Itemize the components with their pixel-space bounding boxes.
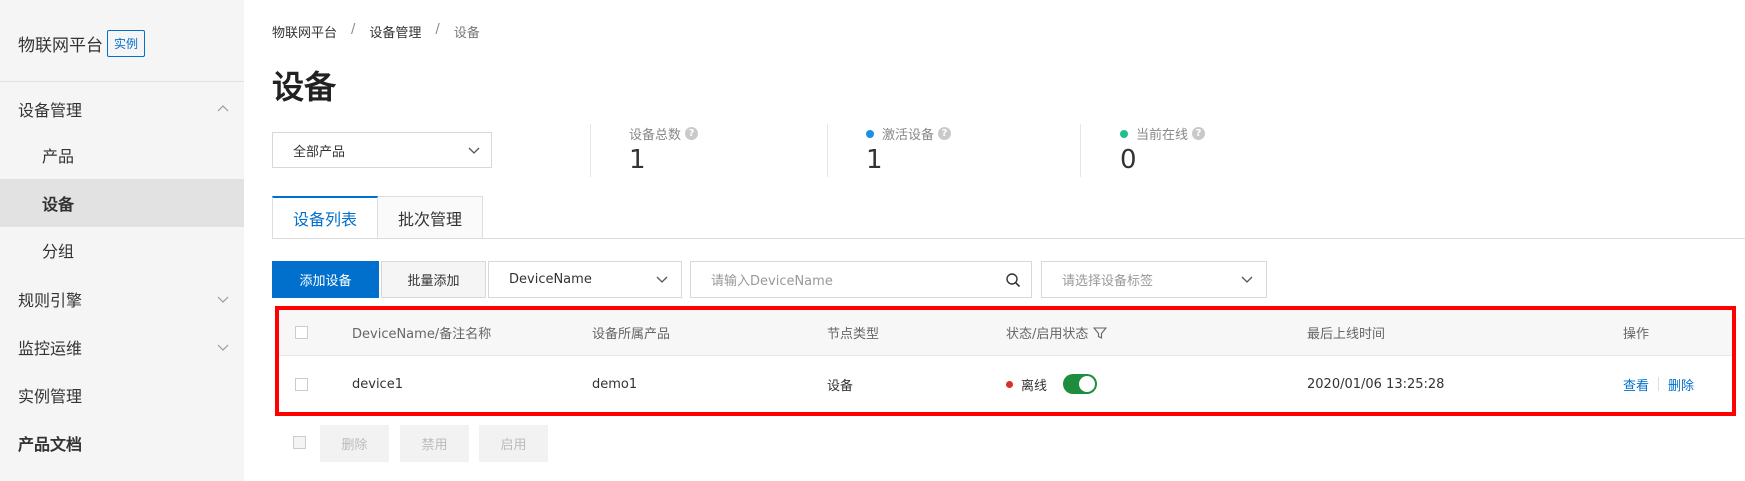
device-last-online: 2020/01/06 13:25:28	[1307, 376, 1445, 392]
status-dot-icon	[866, 129, 874, 138]
chevron-down-icon	[1241, 276, 1253, 283]
batch-add-button[interactable]: 批量添加	[381, 261, 486, 298]
stat-value: 1	[866, 145, 883, 175]
stat-total-devices: 设备总数? 1	[629, 124, 699, 175]
breadcrumb-separator: /	[351, 22, 356, 37]
sidebar-item-label: 产品	[42, 147, 75, 166]
chevron-down-icon	[656, 276, 668, 283]
stat-label: 激活设备	[882, 128, 935, 143]
table-header: DeviceName/备注名称 设备所属产品 节点类型 状态/启用状态 最后上线…	[279, 310, 1732, 356]
device-name: device1	[352, 376, 403, 392]
bulk-enable-button[interactable]: 启用	[479, 425, 548, 462]
offline-status-dot-icon	[1006, 380, 1013, 388]
search-input[interactable]: 请输入DeviceName	[690, 261, 1032, 298]
column-header-actions: 操作	[1623, 327, 1650, 342]
stat-label: 设备总数	[629, 128, 682, 143]
sidebar-item-label: 设备管理	[18, 101, 83, 120]
sidebar-item-label: 监控运维	[18, 339, 83, 358]
breadcrumb-item-current: 设备	[453, 26, 480, 41]
sidebar-item-label: 设备	[42, 195, 75, 214]
chevron-up-icon	[217, 105, 229, 112]
breadcrumb-separator: /	[435, 22, 440, 37]
toggle-knob	[1079, 376, 1096, 392]
sidebar-item-label: 产品文档	[18, 435, 83, 454]
sidebar-item-product[interactable]: 产品	[0, 140, 244, 170]
help-icon[interactable]: ?	[685, 127, 699, 140]
page-title: 设备	[272, 68, 337, 106]
stat-divider	[590, 124, 591, 177]
column-header-node-type: 节点类型	[827, 327, 880, 342]
sidebar-item-product-docs[interactable]: 产品文档	[0, 428, 244, 458]
sidebar: 物联网平台 实例 设备管理 产品 设备 分组 规则引擎 监控运维 实例管理 产品…	[0, 0, 244, 481]
bulk-delete-button[interactable]: 删除	[320, 425, 389, 462]
tabs-divider	[272, 238, 1745, 239]
column-header-product: 设备所属产品	[592, 327, 671, 342]
brand: 物联网平台 实例	[18, 30, 146, 57]
sidebar-item-instance-management[interactable]: 实例管理	[0, 380, 244, 410]
product-select[interactable]: 全部产品	[272, 132, 492, 168]
sidebar-item-label: 规则引擎	[18, 291, 83, 310]
delete-link[interactable]: 删除	[1668, 375, 1694, 394]
select-all-checkbox[interactable]	[295, 326, 308, 339]
add-device-button[interactable]: 添加设备	[272, 261, 379, 298]
chevron-down-icon	[217, 296, 229, 303]
enable-toggle[interactable]	[1063, 374, 1098, 394]
tab-device-list[interactable]: 设备列表	[272, 196, 379, 239]
sidebar-item-monitoring[interactable]: 监控运维	[0, 332, 244, 362]
brand-title: 物联网平台	[18, 36, 103, 56]
row-checkbox[interactable]	[295, 377, 308, 391]
sidebar-divider	[0, 81, 244, 82]
column-header-last-online: 最后上线时间	[1307, 327, 1386, 342]
chevron-down-icon	[217, 344, 229, 351]
sidebar-item-device-management[interactable]: 设备管理	[0, 94, 244, 124]
status-dot-icon	[1120, 129, 1128, 138]
action-divider	[1658, 377, 1660, 391]
select-all-checkbox-bottom[interactable]	[293, 436, 306, 449]
stat-divider	[827, 124, 828, 177]
breadcrumb-item-device-management[interactable]: 设备管理	[369, 22, 421, 41]
filter-icon[interactable]	[1093, 326, 1108, 340]
sidebar-item-label: 实例管理	[18, 387, 83, 406]
stat-divider	[1080, 124, 1081, 177]
tag-select-placeholder: 请选择设备标签	[1062, 274, 1154, 289]
device-product: demo1	[592, 376, 638, 392]
field-select-value: DeviceName	[509, 272, 592, 287]
sidebar-item-device[interactable]: 设备	[0, 179, 244, 227]
help-icon[interactable]: ?	[1192, 127, 1206, 140]
stat-label: 当前在线	[1136, 128, 1189, 143]
search-icon[interactable]	[1005, 272, 1021, 288]
bulk-disable-button[interactable]: 禁用	[400, 425, 469, 462]
sidebar-item-group[interactable]: 分组	[0, 235, 244, 265]
table-row: device1 demo1 设备 离线 2020/01/06 13:25:28 …	[279, 356, 1732, 412]
tabs: 设备列表 批次管理	[272, 196, 484, 239]
device-table: DeviceName/备注名称 设备所属产品 节点类型 状态/启用状态 最后上线…	[275, 306, 1736, 416]
sidebar-item-label: 分组	[42, 242, 75, 261]
product-select-value: 全部产品	[293, 144, 346, 160]
stat-online-devices: 当前在线? 0	[1120, 124, 1206, 175]
column-header-status: 状态/启用状态	[1006, 327, 1089, 342]
stat-value: 0	[1120, 145, 1137, 175]
column-header-device-name: DeviceName/备注名称	[352, 327, 492, 342]
search-placeholder: 请输入DeviceName	[711, 274, 833, 289]
tag-select[interactable]: 请选择设备标签	[1041, 261, 1267, 298]
instance-tag-button[interactable]: 实例	[107, 30, 146, 57]
sidebar-item-rule-engine[interactable]: 规则引擎	[0, 284, 244, 314]
chevron-down-icon	[468, 147, 480, 154]
help-icon[interactable]: ?	[938, 127, 952, 140]
device-node-type: 设备	[827, 378, 854, 394]
breadcrumb-item-platform[interactable]: 物联网平台	[272, 22, 337, 41]
stat-value: 1	[629, 145, 646, 175]
breadcrumb: 物联网平台 / 设备管理 / 设备	[272, 22, 480, 41]
tab-batch-management[interactable]: 批次管理	[378, 196, 484, 239]
device-status: 离线	[1021, 378, 1048, 394]
stat-activated-devices: 激活设备? 1	[866, 124, 952, 175]
field-select[interactable]: DeviceName	[488, 261, 682, 298]
view-link[interactable]: 查看	[1623, 375, 1649, 394]
